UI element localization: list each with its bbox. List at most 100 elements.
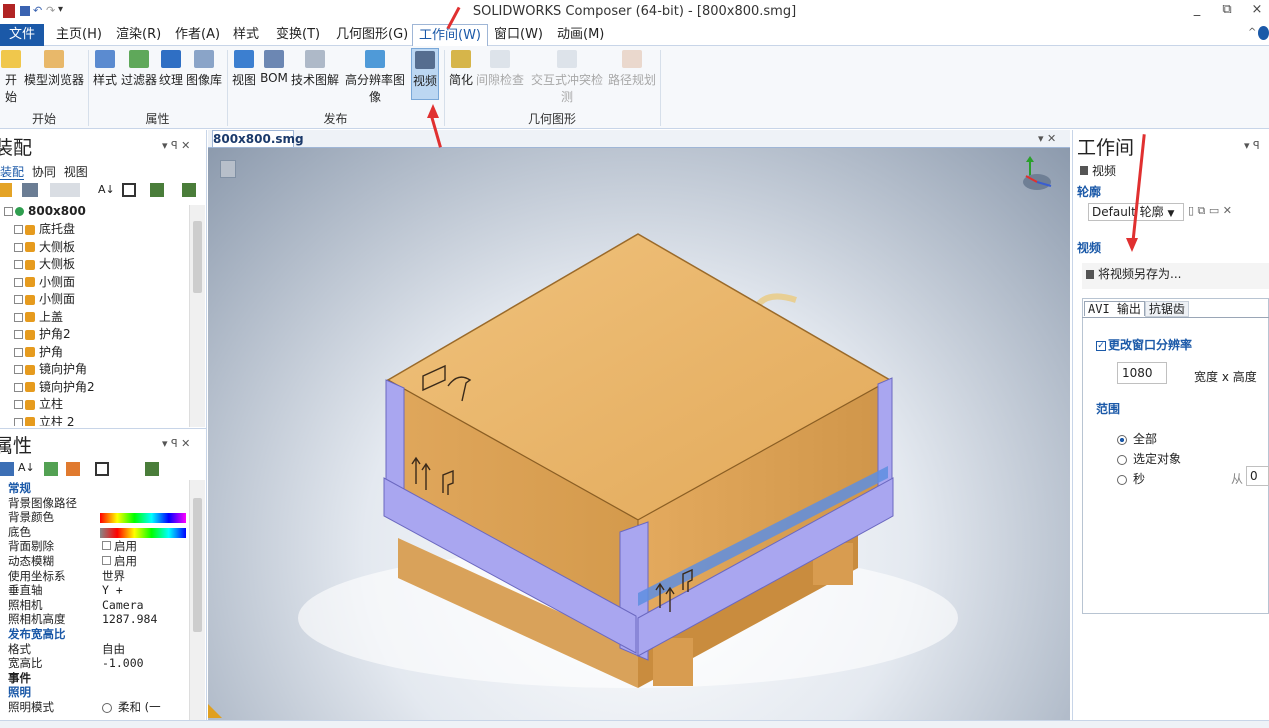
ribbon-image-library-button[interactable]: 图像库 xyxy=(185,50,223,88)
tree-item[interactable]: 立柱 xyxy=(0,396,63,414)
checkbox[interactable] xyxy=(102,556,111,565)
radio-icon[interactable] xyxy=(102,702,112,713)
columns-icon[interactable] xyxy=(122,183,136,197)
part-icon xyxy=(25,224,35,235)
ribbon-bom-button[interactable]: BOM xyxy=(259,50,289,85)
range-all-radio[interactable]: 全部 xyxy=(1117,430,1157,447)
ribbon-filter-button[interactable]: 过滤器 xyxy=(120,50,158,88)
ribbon-model-browser-button[interactable]: 模型浏览器 xyxy=(24,50,84,88)
save-video-button[interactable]: 将视频另存为... xyxy=(1082,263,1269,289)
menu-animation[interactable]: 动画(M) xyxy=(551,24,610,46)
tab-avi-output[interactable]: AVI 输出 xyxy=(1084,301,1145,316)
document-tab[interactable]: 800x800.smg xyxy=(212,130,304,148)
ribbon-simplify-button[interactable]: 简化 xyxy=(448,50,474,88)
checkbox-checked-icon[interactable]: ✓ xyxy=(1096,340,1106,351)
panel-menu-icon[interactable]: ▾ ꟼ xyxy=(1244,139,1260,152)
menu-render[interactable]: 渲染(R) xyxy=(110,24,167,46)
tab-assembly[interactable]: 装配 xyxy=(0,165,25,180)
property-row[interactable]: 照明模式 柔和 (一 xyxy=(0,700,188,715)
range-selected-radio[interactable]: 选定对象 xyxy=(1117,450,1181,467)
tree-item[interactable]: 小侧面 xyxy=(0,291,75,309)
assembly-tabs: 装配 协同 视图 xyxy=(0,163,88,180)
menu-geometry[interactable]: 几何图形(G) xyxy=(330,24,414,46)
range-seconds-radio[interactable]: 秒 xyxy=(1117,470,1145,487)
workshop-subtitle: 视频 xyxy=(1080,162,1116,179)
sort-icon[interactable]: A↓ xyxy=(98,183,115,196)
ribbon-technical-illustration-button[interactable]: 技术图解 xyxy=(290,50,340,88)
part-icon xyxy=(25,417,35,426)
add-icon[interactable] xyxy=(182,183,196,197)
ribbon-view-button[interactable]: 视图 xyxy=(231,50,257,88)
tab-views[interactable]: 视图 xyxy=(64,165,88,179)
assembly-scrollbar[interactable] xyxy=(189,205,205,427)
tree-root[interactable]: 800x800 xyxy=(0,203,86,221)
tree-item[interactable]: 护角 xyxy=(0,344,63,362)
change-resolution-checkbox[interactable]: ✓ 更改窗口分辨率 xyxy=(1096,336,1192,353)
style-icon xyxy=(95,50,115,68)
profile-actions-icon[interactable]: ▯ ⧉ ▭ ✕ xyxy=(1188,204,1232,218)
ribbon-video-button[interactable]: 视频 xyxy=(411,48,439,100)
tree-item[interactable]: 大侧板 xyxy=(0,256,75,274)
menu-author[interactable]: 作者(A) xyxy=(169,24,226,46)
assembly-selection-icon[interactable] xyxy=(22,183,38,197)
tree-item[interactable]: 立柱 2 xyxy=(0,414,74,426)
ribbon-texture-button[interactable]: 纹理 xyxy=(158,50,184,88)
isolate-icon[interactable] xyxy=(50,183,80,197)
ribbon-style-button[interactable]: 样式 xyxy=(92,50,118,88)
checkbox[interactable] xyxy=(102,541,111,551)
ribbon-path-planning-button[interactable]: 路径规划 xyxy=(608,50,656,88)
close-button[interactable]: × xyxy=(1242,2,1269,22)
collapse-ribbon-icon[interactable]: ^ xyxy=(1248,27,1256,38)
tree-item[interactable]: 镜向护角 xyxy=(0,361,87,379)
minimize-button[interactable]: _ xyxy=(1182,2,1212,22)
reset-icon[interactable] xyxy=(95,462,109,476)
alphabetical-icon[interactable]: A↓ xyxy=(18,461,35,474)
crate-model[interactable] xyxy=(208,148,1070,720)
menu-style[interactable]: 样式 xyxy=(227,24,265,46)
tab-antialiasing[interactable]: 抗锯齿 xyxy=(1144,301,1189,317)
panel-menu-icon[interactable]: ▾ ꟼ ✕ xyxy=(162,437,190,450)
ribbon-clearance-check-button[interactable]: 间隙检查 xyxy=(476,50,524,88)
visibility-icon[interactable] xyxy=(150,183,164,197)
document-tab-bar xyxy=(208,130,1070,148)
properties-scrollbar[interactable] xyxy=(189,480,205,720)
tree-item[interactable]: 护角2 xyxy=(0,326,71,344)
part-icon xyxy=(25,382,35,392)
tab-collaboration[interactable]: 协同 xyxy=(32,165,56,179)
next-icon[interactable] xyxy=(66,462,80,476)
tree-item[interactable]: 镜向护角2 xyxy=(0,379,95,397)
resolution-width-input[interactable]: 1080 xyxy=(1117,362,1167,384)
collision-detection-icon xyxy=(557,50,577,68)
menu-window[interactable]: 窗口(W) xyxy=(488,24,549,46)
background-color-swatch[interactable] xyxy=(100,513,186,524)
help-icon[interactable] xyxy=(1258,26,1269,40)
radio-selected-icon[interactable] xyxy=(1117,434,1127,445)
assembly-toolbar: A↓ xyxy=(0,181,200,201)
tree-item[interactable]: 底托盘 xyxy=(0,221,75,239)
ribbon-start-button[interactable]: 开始 xyxy=(0,50,22,105)
select-icon[interactable] xyxy=(0,183,12,197)
menu-home[interactable]: 主页(H) xyxy=(50,24,108,46)
from-input[interactable]: 0 xyxy=(1246,466,1269,486)
apply-icon[interactable] xyxy=(145,462,159,476)
radio-icon[interactable] xyxy=(1117,474,1127,485)
panel-menu-icon[interactable]: ▾ ꟼ ✕ xyxy=(162,139,190,152)
radio-icon[interactable] xyxy=(1117,454,1127,465)
ground-color-swatch[interactable] xyxy=(100,527,186,538)
tree-item[interactable]: 小侧面 xyxy=(0,274,75,292)
scrollbar-thumb[interactable] xyxy=(193,221,202,293)
tree-item[interactable]: 上盖 xyxy=(0,309,63,327)
home-icon xyxy=(1,50,21,68)
part-icon xyxy=(25,294,35,305)
categorized-icon[interactable] xyxy=(0,462,14,476)
3d-viewport[interactable] xyxy=(208,148,1070,720)
menu-transform[interactable]: 变换(T) xyxy=(270,24,326,46)
ribbon-collision-detection-button[interactable]: 交互式冲突检测 xyxy=(526,50,608,105)
file-menu-button[interactable]: 文件 xyxy=(0,24,44,46)
previous-icon[interactable] xyxy=(44,462,58,476)
restore-button[interactable]: ⧉ xyxy=(1212,2,1242,22)
document-close-icon[interactable]: ▾ ✕ xyxy=(1038,132,1056,145)
scrollbar-thumb[interactable] xyxy=(193,498,202,632)
tree-item[interactable]: 大侧板 xyxy=(0,239,75,257)
ribbon-hires-image-button[interactable]: 高分辨率图像 xyxy=(341,50,409,105)
